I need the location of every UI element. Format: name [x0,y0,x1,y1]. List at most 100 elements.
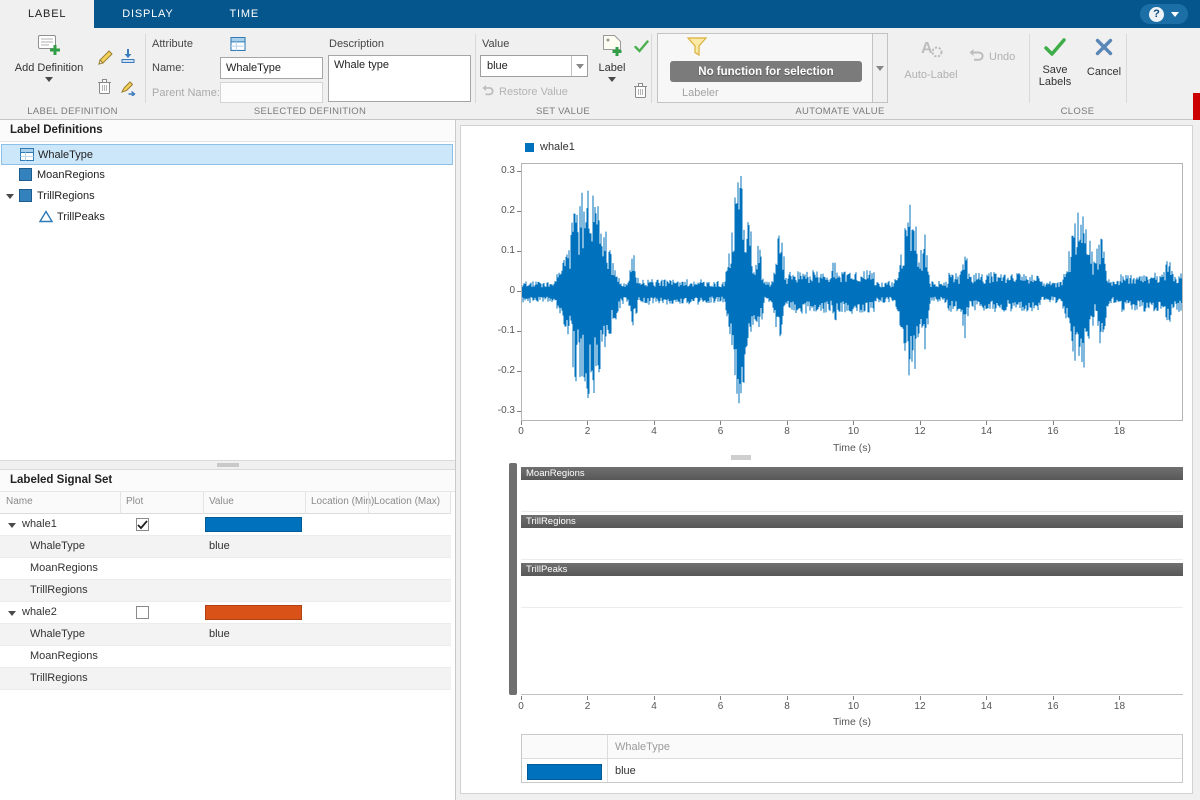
column-header-value[interactable]: Value [209,496,234,507]
x-tick-label: 10 [848,426,859,437]
save-labels-button[interactable]: Save Labels [1031,36,1079,88]
label-definitions-title: Label Definitions [10,120,103,141]
panel-splitter[interactable] [0,460,455,470]
cancel-button[interactable]: Cancel [1082,36,1126,78]
label-button[interactable]: Label [592,31,632,105]
expander-caret-icon[interactable] [8,611,16,616]
table-row-moanregions[interactable]: MoanRegions [0,558,451,580]
tree-item-label: WhaleType [38,145,93,166]
column-header-location-min[interactable]: Location (Min) [311,496,374,507]
parent-name-label: Parent Name: [152,87,220,99]
tab-time[interactable]: TIME [202,0,287,28]
lane-x-tick-label: 8 [784,701,790,712]
auto-label-label: Auto-Label [904,69,957,81]
signal-plot[interactable] [521,163,1183,421]
label-definitions-tree: WhaleTypeMoanRegionsTrillRegionsTrillPea… [0,142,455,460]
chevron-down-icon [45,77,53,82]
function-gallery[interactable]: No function for selection Labeler [657,33,873,103]
label-tag-icon [600,31,624,60]
restore-value-button[interactable]: Restore Value [480,84,568,100]
table-row-whaletype[interactable]: WhaleTypeblue [0,624,451,646]
expander-caret-icon[interactable] [8,523,16,528]
lane-x-tick-label: 0 [518,701,524,712]
restore-value-label: Restore Value [499,86,568,98]
column-header-name[interactable]: Name [6,496,33,507]
tree-item-trillregions[interactable]: TrillRegions [1,186,453,207]
tree-item-whaletype[interactable]: WhaleType [1,144,453,165]
section-divider [651,34,652,103]
edit-definition-button[interactable] [97,50,113,69]
column-header-location-max[interactable]: Location (Max) [374,496,440,507]
lane-x-tick-label: 2 [585,701,591,712]
description-input[interactable]: Whale type [328,55,471,102]
label-name: TrillRegions [30,580,88,601]
add-definition-button[interactable]: Add Definition [6,31,92,105]
export-icon [120,80,136,96]
attribute-value-table: WhaleType blue [521,734,1183,783]
y-tick-label: 0.3 [481,165,515,176]
lane-x-axis-label: Time (s) [521,716,1183,728]
accept-value-icon[interactable] [634,40,649,56]
funnel-icon [686,36,708,61]
x-tick-label: 18 [1114,426,1125,437]
y-tick-label: -0.2 [481,365,515,376]
column-header-plot[interactable]: Plot [126,496,143,507]
y-tick-label: 0 [481,285,515,296]
gallery-expand-button[interactable] [873,33,888,103]
name-input[interactable] [220,57,323,79]
label-lane-trillregions[interactable]: TrillRegions [521,515,1183,528]
x-tick-mark [986,421,987,425]
export-definition-button[interactable] [120,80,136,99]
y-tick-mark [517,211,521,212]
table-row-trillregions[interactable]: TrillRegions [0,668,451,690]
tab-display[interactable]: DISPLAY [94,0,201,28]
help-button[interactable]: ? [1140,4,1188,24]
label-lane-trillpeaks[interactable]: TrillPeaks [521,563,1183,576]
plot-checkbox[interactable] [136,606,149,619]
table-row-whaletype[interactable]: WhaleTypeblue [0,536,451,558]
expander-caret-icon[interactable] [6,194,14,199]
table-row-moanregions[interactable]: MoanRegions [0,646,451,668]
x-tick-label: 16 [1047,426,1058,437]
chevron-down-icon [1171,12,1179,17]
table-row-whale2[interactable]: whale2 [0,602,451,624]
table-row-trillregions[interactable]: TrillRegions [0,580,451,602]
import-definition-button[interactable] [120,48,136,67]
y-tick-mark [517,331,521,332]
x-tick-label: 6 [718,426,724,437]
delete-value-button[interactable] [633,82,648,102]
tree-item-moanregions[interactable]: MoanRegions [1,165,453,186]
lane-scrollbar[interactable] [509,463,517,695]
section-title-label-definition: LABEL DEFINITION [0,106,145,117]
delete-definition-button[interactable] [97,78,112,98]
tree-item-label: MoanRegions [37,165,105,186]
y-tick-label: 0.1 [481,245,515,256]
lane-x-tick-label: 4 [651,701,657,712]
value-table-header-row: WhaleType [522,735,1182,759]
auto-label-button[interactable]: A Auto-Label [903,36,959,98]
x-tick-mark [654,421,655,425]
plot-checkbox[interactable] [136,518,149,531]
lane-x-tick-label: 10 [848,701,859,712]
chevron-down-icon [571,56,587,76]
label-name: WhaleType [30,536,85,557]
lane-x-tick-mark [654,696,655,700]
plot-splitter-handle[interactable] [731,455,751,460]
y-tick-label: -0.1 [481,325,515,336]
tree-item-trillpeaks[interactable]: TrillPeaks [1,207,453,228]
lane-x-tick-mark [853,696,854,700]
parent-name-input [220,82,323,103]
lane-x-tick-label: 16 [1047,701,1058,712]
signal-display-panel: whale1 Time (s) MoanRegionsTrillRegionsT… [460,125,1193,794]
value-cell[interactable]: blue [615,759,636,783]
label-lane-moanregions[interactable]: MoanRegions [521,467,1183,480]
y-tick-label: -0.3 [481,405,515,416]
value-dropdown[interactable]: blue [480,55,588,77]
tab-label[interactable]: LABEL [0,0,94,28]
section-title-close: CLOSE [1029,106,1126,117]
tree-item-label: TrillRegions [37,186,95,207]
point-icon [39,210,53,226]
table-row-whale1[interactable]: whale1 [0,514,451,536]
undo-button[interactable]: Undo [966,48,1015,65]
section-divider [145,34,146,103]
